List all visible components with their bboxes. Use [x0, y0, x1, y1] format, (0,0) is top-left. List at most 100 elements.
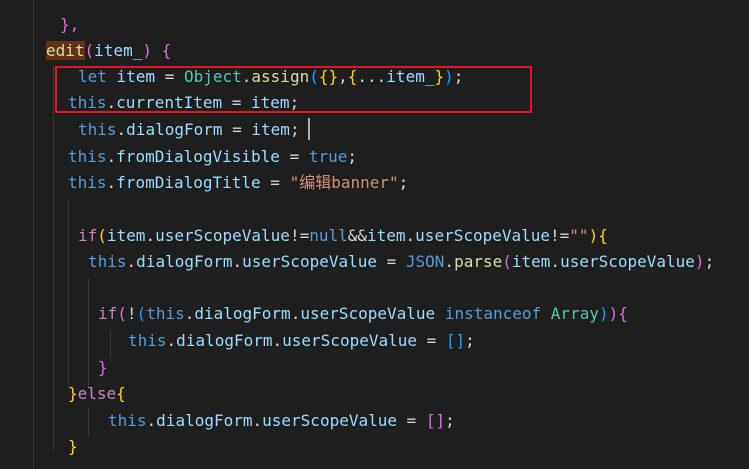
code-token: . [106, 173, 117, 192]
code-token: != [289, 226, 310, 245]
code-token: . [272, 331, 283, 350]
code-token: ) [598, 304, 609, 323]
code-token: JSON [405, 252, 445, 271]
code-token: . [405, 226, 416, 245]
code-token: ; [398, 173, 409, 192]
code-line[interactable]: } [68, 434, 78, 460]
code-token: . [106, 147, 117, 166]
code-token: true [308, 147, 348, 166]
code-token: ) [608, 304, 619, 323]
code-token: else [77, 384, 117, 403]
code-token: ; [465, 331, 475, 350]
code-line[interactable]: this.dialogForm.userScopeValue = []; [128, 328, 475, 354]
code-token: ; [347, 147, 357, 166]
code-token: item [251, 120, 290, 139]
code-token: item [511, 252, 551, 271]
code-token: ( [84, 41, 95, 60]
code-token: = [386, 252, 406, 271]
code-line[interactable]: this.fromDialogTitle = "编辑banner"; [68, 170, 408, 196]
text-cursor [308, 118, 310, 140]
code-token: = [426, 331, 446, 350]
code-token: this [78, 120, 117, 139]
code-token: . [290, 304, 301, 323]
code-token: [] [445, 331, 466, 350]
code-token: ; [445, 411, 455, 430]
code-token: dialogForm [194, 304, 291, 323]
code-token: "" [569, 226, 589, 245]
code-token: . [126, 252, 137, 271]
red-annotation-box [55, 66, 532, 113]
code-token: dialogForm [136, 252, 233, 271]
code-token: this [108, 411, 147, 430]
indent-guide [33, 0, 34, 469]
code-token: userScopeValue [262, 411, 407, 430]
code-token: item_ [94, 41, 143, 60]
indent-guide [88, 278, 89, 388]
code-token: } [68, 437, 78, 456]
code-token: [] [425, 411, 446, 430]
code-token: = [406, 411, 426, 430]
code-token: dialogForm [156, 411, 253, 430]
code-token: fromDialogVisible [116, 147, 290, 166]
indent-guide [68, 198, 69, 388]
code-token: . [184, 304, 195, 323]
code-token: { [618, 304, 628, 323]
code-token: null [309, 226, 348, 245]
code-token: } [68, 384, 78, 403]
code-token: this [146, 304, 185, 323]
code-token: ( [97, 226, 107, 245]
code-token: item [367, 226, 406, 245]
code-line[interactable]: }else{ [68, 381, 126, 407]
code-token: { [161, 41, 172, 60]
code-line[interactable]: this.fromDialogVisible = true; [68, 144, 357, 170]
code-token: } [98, 358, 108, 377]
code-line[interactable]: } [98, 355, 108, 381]
code-token: userScopeValue [560, 252, 695, 271]
code-line[interactable]: this.dialogForm.userScopeValue = []; [108, 408, 455, 434]
code-editor[interactable]: }, edit(item_) { let item = Object.assig… [0, 0, 749, 469]
code-token: . [166, 331, 177, 350]
code-line[interactable]: }, [60, 12, 79, 38]
code-token: parse [454, 252, 503, 271]
code-token: userScopeValue [155, 226, 290, 245]
code-token: ! [126, 304, 137, 323]
code-token: . [146, 411, 157, 430]
code-token: userScopeValue [415, 226, 551, 245]
code-line[interactable]: if(!(this.dialogForm.userScopeValue inst… [98, 301, 628, 327]
code-token: . [444, 252, 455, 271]
code-token: userScopeValue [282, 331, 427, 350]
code-token: && [347, 226, 367, 245]
code-token: . [145, 226, 156, 245]
code-token: Array [550, 304, 599, 323]
code-token: . [116, 120, 127, 139]
code-token: . [252, 411, 263, 430]
code-line[interactable]: this.dialogForm.userScopeValue = JSON.pa… [88, 249, 714, 275]
code-line[interactable]: edit(item_) { [46, 38, 171, 64]
code-token: = [289, 147, 309, 166]
code-token: ; [704, 252, 715, 271]
code-token: if [78, 226, 98, 245]
code-token: { [116, 384, 126, 403]
code-token: this [68, 173, 107, 192]
code-token: . [232, 252, 243, 271]
code-token: ( [136, 304, 147, 323]
code-token: { [598, 226, 608, 245]
code-token: = [270, 173, 290, 192]
code-token: if [98, 304, 118, 323]
code-token: userScopeValue [242, 252, 387, 271]
code-token: "编辑banner" [289, 173, 399, 192]
code-token: != [550, 226, 570, 245]
code-token: item [106, 226, 146, 245]
code-token: instanceof [444, 304, 551, 323]
code-line[interactable]: if(item.userScopeValue!=null&&item.userS… [78, 223, 608, 249]
code-token: this [88, 252, 127, 271]
code-line[interactable]: this.dialogForm = item; [78, 117, 300, 143]
code-token: }, [60, 15, 80, 34]
indent-guide [110, 330, 111, 358]
code-token: ( [117, 304, 127, 323]
code-token: ) [694, 252, 705, 271]
indent-guide [88, 408, 89, 436]
code-token: ) [142, 41, 162, 60]
code-token: this [68, 147, 107, 166]
indent-guide [53, 66, 54, 451]
